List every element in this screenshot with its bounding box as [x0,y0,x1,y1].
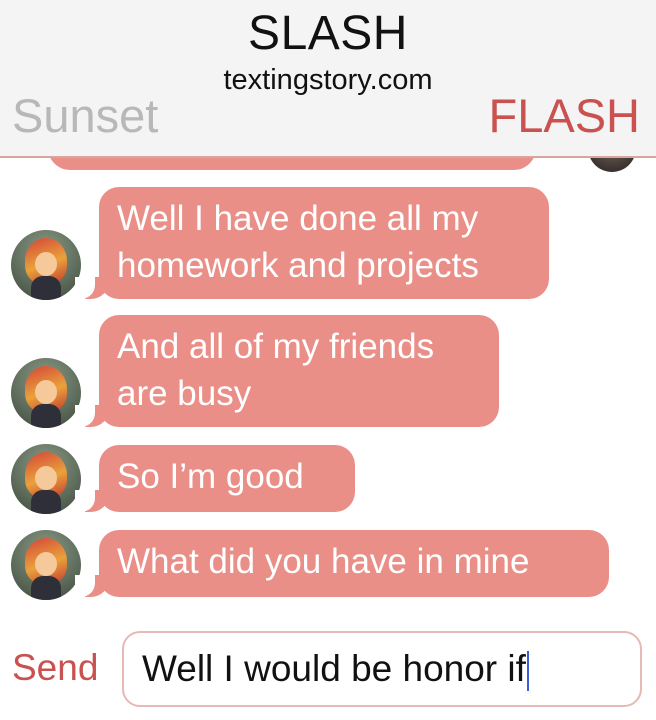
message-input[interactable]: Well I would be honor if [122,631,642,707]
message-bubble[interactable]: What did you have in mine [75,530,609,597]
previous-avatar-icon [588,156,636,172]
message-text: And all of my friends are busy [117,327,435,413]
sunset-avatar-icon [11,358,81,428]
message-text: So I’m good [117,457,304,496]
message-text: Well I have done all my homework and pro… [117,199,479,285]
message-bubble[interactable]: And all of my friends are busy [75,315,499,427]
message-text: What did you have in mine [117,542,530,581]
sunset-avatar-icon [11,230,81,300]
sunset-avatar-icon [11,530,81,600]
message-bubble[interactable]: Well I have done all my homework and pro… [75,187,549,299]
previous-message-bubble [48,156,536,170]
message-input-value: Well I would be honor if [142,648,526,689]
contact-name-left[interactable]: Sunset [12,88,158,143]
send-button[interactable]: Send [12,647,98,689]
chat-header: SLASH textingstory.com Sunset FLASH [0,0,656,158]
story-title: SLASH [248,7,408,60]
contact-name-right[interactable]: FLASH [489,88,641,143]
message-composer: Send Well I would be honor if [0,620,656,720]
texting-story-screen: SLASH textingstory.com Sunset FLASH Well… [0,0,656,720]
message-list[interactable]: Well I have done all my homework and pro… [0,156,656,620]
message-bubble[interactable]: So I’m good [75,445,355,512]
text-caret [526,651,529,692]
sunset-avatar-icon [11,444,81,514]
